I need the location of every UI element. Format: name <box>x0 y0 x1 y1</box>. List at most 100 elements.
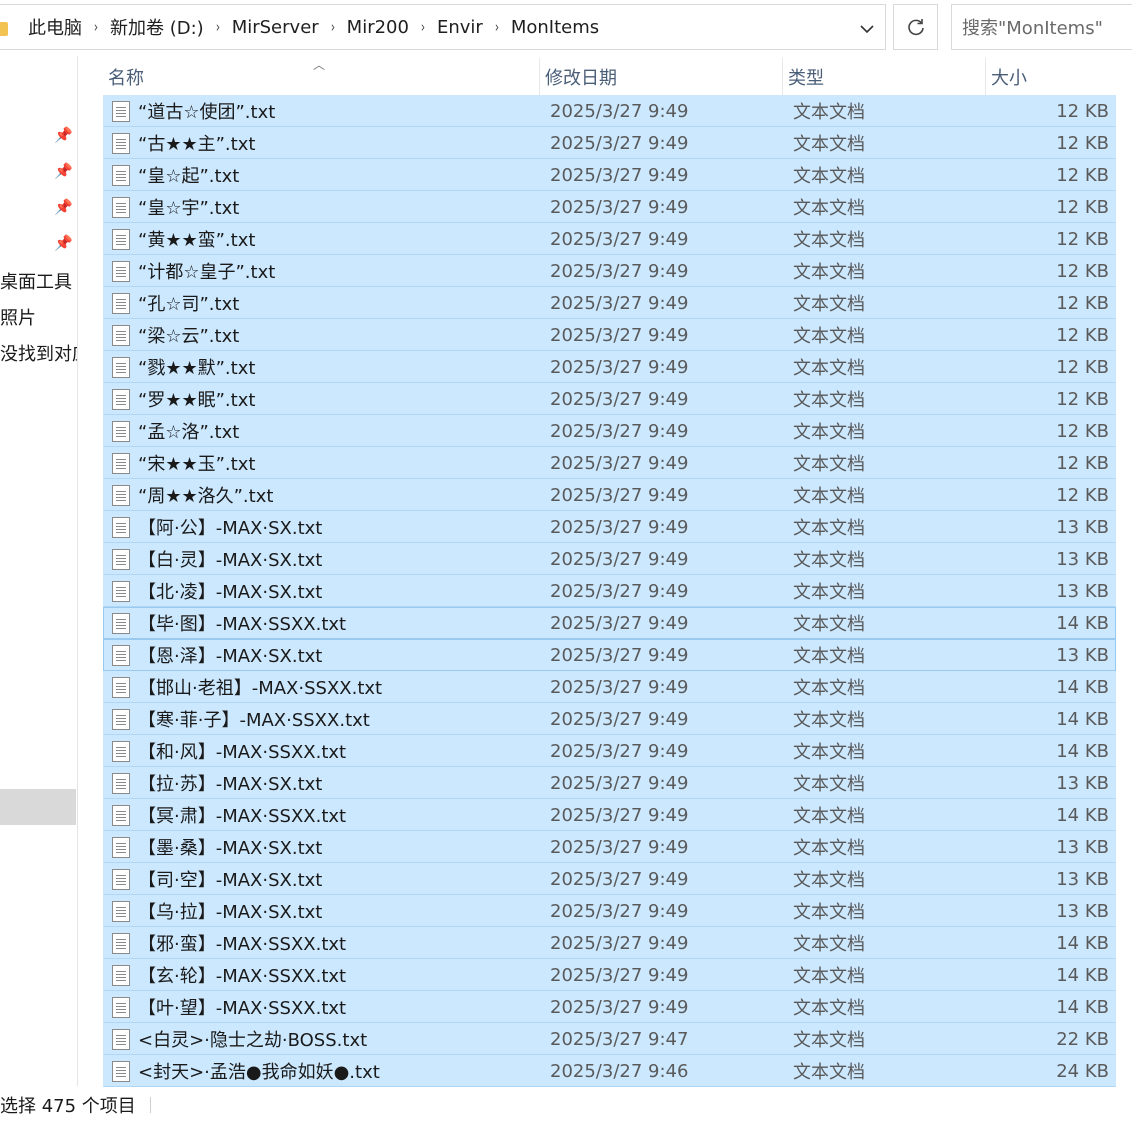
file-row[interactable]: “计都☆皇子”.txt 2025/3/27 9:49 文本文档 12 KB <box>103 255 1116 287</box>
file-size: 14 KB <box>1056 740 1109 762</box>
file-row[interactable]: “古★★主”.txt 2025/3/27 9:49 文本文档 12 KB <box>103 127 1116 159</box>
file-name[interactable]: “道古☆使团”.txt <box>138 98 275 124</box>
file-date-modified: 2025/3/27 9:49 <box>550 996 689 1018</box>
file-name[interactable]: “皇☆起”.txt <box>138 162 239 188</box>
file-size: 14 KB <box>1056 676 1109 698</box>
text-file-icon <box>112 613 130 634</box>
breadcrumb-item-this-pc[interactable]: 此电脑 <box>24 14 86 40</box>
file-row[interactable]: “皇☆宇”.txt 2025/3/27 9:49 文本文档 12 KB <box>103 191 1116 223</box>
file-row[interactable]: 【阿·公】-MAX·SX.txt 2025/3/27 9:49 文本文档 13 KB <box>103 511 1116 543</box>
file-name[interactable]: 【阿·公】-MAX·SX.txt <box>138 514 322 540</box>
file-name[interactable]: 【冥·肃】-MAX·SSXX.txt <box>138 802 346 828</box>
navigation-pane[interactable]: 📌 📌 📌 📌 桌面工具 照片 没找到对应 <box>0 56 78 1086</box>
file-row[interactable]: 【寒·菲·子】-MAX·SSXX.txt 2025/3/27 9:49 文本文档 14… <box>103 703 1116 735</box>
chevron-right-icon[interactable]: › <box>490 18 504 36</box>
file-name[interactable]: 【叶·望】-MAX·SSXX.txt <box>138 994 346 1020</box>
file-row[interactable]: 【乌·拉】-MAX·SX.txt 2025/3/27 9:49 文本文档 13 KB <box>103 895 1116 927</box>
file-name[interactable]: “计都☆皇子”.txt <box>138 258 275 284</box>
file-name[interactable]: 【寒·菲·子】-MAX·SSXX.txt <box>138 706 370 732</box>
chevron-right-icon[interactable]: › <box>416 18 430 36</box>
file-date-modified: 2025/3/27 9:49 <box>550 292 689 314</box>
file-name[interactable]: 【恩·泽】-MAX·SX.txt <box>138 642 322 668</box>
file-name[interactable]: 【毕·图】-MAX·SSXX.txt <box>138 610 346 636</box>
nav-item-selected[interactable] <box>0 789 76 825</box>
breadcrumb-item-mirserver[interactable]: MirServer <box>228 17 323 38</box>
file-name[interactable]: <白灵>·隐士之劫·BOSS.txt <box>138 1026 367 1052</box>
file-row[interactable]: “罗★★眠”.txt 2025/3/27 9:49 文本文档 12 KB <box>103 383 1116 415</box>
chevron-right-icon[interactable]: › <box>326 18 340 36</box>
column-type[interactable]: 类型 <box>783 58 986 96</box>
file-row[interactable]: 【邯山·老祖】-MAX·SSXX.txt 2025/3/27 9:49 文本文档 14… <box>103 671 1116 703</box>
file-name[interactable]: “皇☆宇”.txt <box>138 194 239 220</box>
file-name[interactable]: 【司·空】-MAX·SX.txt <box>138 866 322 892</box>
file-name[interactable]: 【拉·苏】-MAX·SX.txt <box>138 770 322 796</box>
file-row[interactable]: 【冥·肃】-MAX·SSXX.txt 2025/3/27 9:49 文本文档 14 K… <box>103 799 1116 831</box>
file-row[interactable]: 【叶·望】-MAX·SSXX.txt 2025/3/27 9:49 文本文档 14 K… <box>103 991 1116 1023</box>
pin-icon: 📌 <box>54 234 73 252</box>
file-name[interactable]: 【北·凌】-MAX·SX.txt <box>138 578 322 604</box>
file-name[interactable]: “梁☆云”.txt <box>138 322 239 348</box>
text-file-icon <box>112 165 130 186</box>
file-name[interactable]: 【玄·轮】-MAX·SSXX.txt <box>138 962 346 988</box>
file-name[interactable]: “古★★主”.txt <box>138 130 255 156</box>
file-date-modified: 2025/3/27 9:49 <box>550 164 689 186</box>
file-row[interactable]: 【拉·苏】-MAX·SX.txt 2025/3/27 9:49 文本文档 13 KB <box>103 767 1116 799</box>
chevron-right-icon[interactable]: › <box>89 18 103 36</box>
file-name[interactable]: “孟☆洛”.txt <box>138 418 239 444</box>
breadcrumb-item-drive-d[interactable]: 新加卷 (D:) <box>106 14 208 40</box>
file-row[interactable]: “周★★洛久”.txt 2025/3/27 9:49 文本文档 12 KB <box>103 479 1116 511</box>
file-name[interactable]: “黄★★蛮”.txt <box>138 226 255 252</box>
address-bar[interactable]: 此电脑 › 新加卷 (D:) › MirServer › Mir200 › En… <box>0 4 886 50</box>
file-row[interactable]: 【恩·泽】-MAX·SX.txt 2025/3/27 9:49 文本文档 13 KB <box>103 639 1116 671</box>
file-name[interactable]: <封天>·孟浩●我命如妖●.txt <box>138 1058 380 1084</box>
file-name[interactable]: 【和·风】-MAX·SSXX.txt <box>138 738 346 764</box>
file-row[interactable]: “道古☆使团”.txt 2025/3/27 9:49 文本文档 12 KB <box>103 95 1116 127</box>
column-size[interactable]: 大小 <box>986 58 1116 96</box>
file-name[interactable]: “宋★★玉”.txt <box>138 450 255 476</box>
file-name[interactable]: 【墨·桑】-MAX·SX.txt <box>138 834 322 860</box>
file-row[interactable]: 【司·空】-MAX·SX.txt 2025/3/27 9:49 文本文档 13 KB <box>103 863 1116 895</box>
refresh-button[interactable] <box>893 4 938 50</box>
breadcrumb-item-envir[interactable]: Envir <box>433 17 487 38</box>
file-row[interactable]: “戮★★默”.txt 2025/3/27 9:49 文本文档 12 KB <box>103 351 1116 383</box>
file-date-modified: 2025/3/27 9:49 <box>550 132 689 154</box>
column-name[interactable]: 名称 <box>103 58 540 96</box>
column-date-modified[interactable]: 修改日期 <box>540 58 783 96</box>
file-name[interactable]: 【邯山·老祖】-MAX·SSXX.txt <box>138 674 382 700</box>
file-row[interactable]: 【北·凌】-MAX·SX.txt 2025/3/27 9:49 文本文档 13 KB <box>103 575 1116 607</box>
file-row[interactable]: “孔☆司”.txt 2025/3/27 9:49 文本文档 12 KB <box>103 287 1116 319</box>
file-row[interactable]: 【邪·蛮】-MAX·SSXX.txt 2025/3/27 9:49 文本文档 14 K… <box>103 927 1116 959</box>
file-name[interactable]: 【白·灵】-MAX·SX.txt <box>138 546 322 572</box>
file-row[interactable]: <封天>·孟浩●我命如妖●.txt 2025/3/27 9:46 文本文档 24 KB <box>103 1055 1116 1087</box>
refresh-icon <box>907 19 924 36</box>
text-file-icon <box>112 357 130 378</box>
file-name[interactable]: “孔☆司”.txt <box>138 290 239 316</box>
file-name[interactable]: 【乌·拉】-MAX·SX.txt <box>138 898 322 924</box>
breadcrumb-item-mir200[interactable]: Mir200 <box>343 17 413 38</box>
breadcrumb-item-monitems[interactable]: MonItems <box>507 17 603 38</box>
chevron-right-icon[interactable]: › <box>211 18 225 36</box>
chevron-down-icon[interactable] <box>855 17 879 41</box>
file-row[interactable]: “皇☆起”.txt 2025/3/27 9:49 文本文档 12 KB <box>103 159 1116 191</box>
column-header: ︿ 名称 修改日期 类型 大小 <box>103 58 1116 96</box>
search-input[interactable]: 搜索"MonItems" <box>951 4 1132 50</box>
file-row[interactable]: 【白·灵】-MAX·SX.txt 2025/3/27 9:49 文本文档 13 KB <box>103 543 1116 575</box>
nav-item-photos[interactable]: 照片 <box>0 304 36 330</box>
file-row[interactable]: 【墨·桑】-MAX·SX.txt 2025/3/27 9:49 文本文档 13 KB <box>103 831 1116 863</box>
file-date-modified: 2025/3/27 9:49 <box>550 580 689 602</box>
nav-item-desktop-tools[interactable]: 桌面工具 <box>0 268 72 294</box>
file-name[interactable]: “罗★★眠”.txt <box>138 386 255 412</box>
file-name[interactable]: 【邪·蛮】-MAX·SSXX.txt <box>138 930 346 956</box>
file-row[interactable]: 【和·风】-MAX·SSXX.txt 2025/3/27 9:49 文本文档 14 K… <box>103 735 1116 767</box>
file-name[interactable]: “周★★洛久”.txt <box>138 482 273 508</box>
file-row[interactable]: “梁☆云”.txt 2025/3/27 9:49 文本文档 12 KB <box>103 319 1116 351</box>
nav-item-not-found[interactable]: 没找到对应 <box>0 340 77 366</box>
file-row[interactable]: <白灵>·隐士之劫·BOSS.txt 2025/3/27 9:47 文本文档 22 K… <box>103 1023 1116 1055</box>
text-file-icon <box>112 901 130 922</box>
file-name[interactable]: “戮★★默”.txt <box>138 354 255 380</box>
file-row[interactable]: “宋★★玉”.txt 2025/3/27 9:49 文本文档 12 KB <box>103 447 1116 479</box>
file-row[interactable]: “黄★★蛮”.txt 2025/3/27 9:49 文本文档 12 KB <box>103 223 1116 255</box>
file-row[interactable]: 【玄·轮】-MAX·SSXX.txt 2025/3/27 9:49 文本文档 14 K… <box>103 959 1116 991</box>
file-row[interactable]: “孟☆洛”.txt 2025/3/27 9:49 文本文档 12 KB <box>103 415 1116 447</box>
file-row[interactable]: 【毕·图】-MAX·SSXX.txt 2025/3/27 9:49 文本文档 14 K… <box>103 607 1116 639</box>
